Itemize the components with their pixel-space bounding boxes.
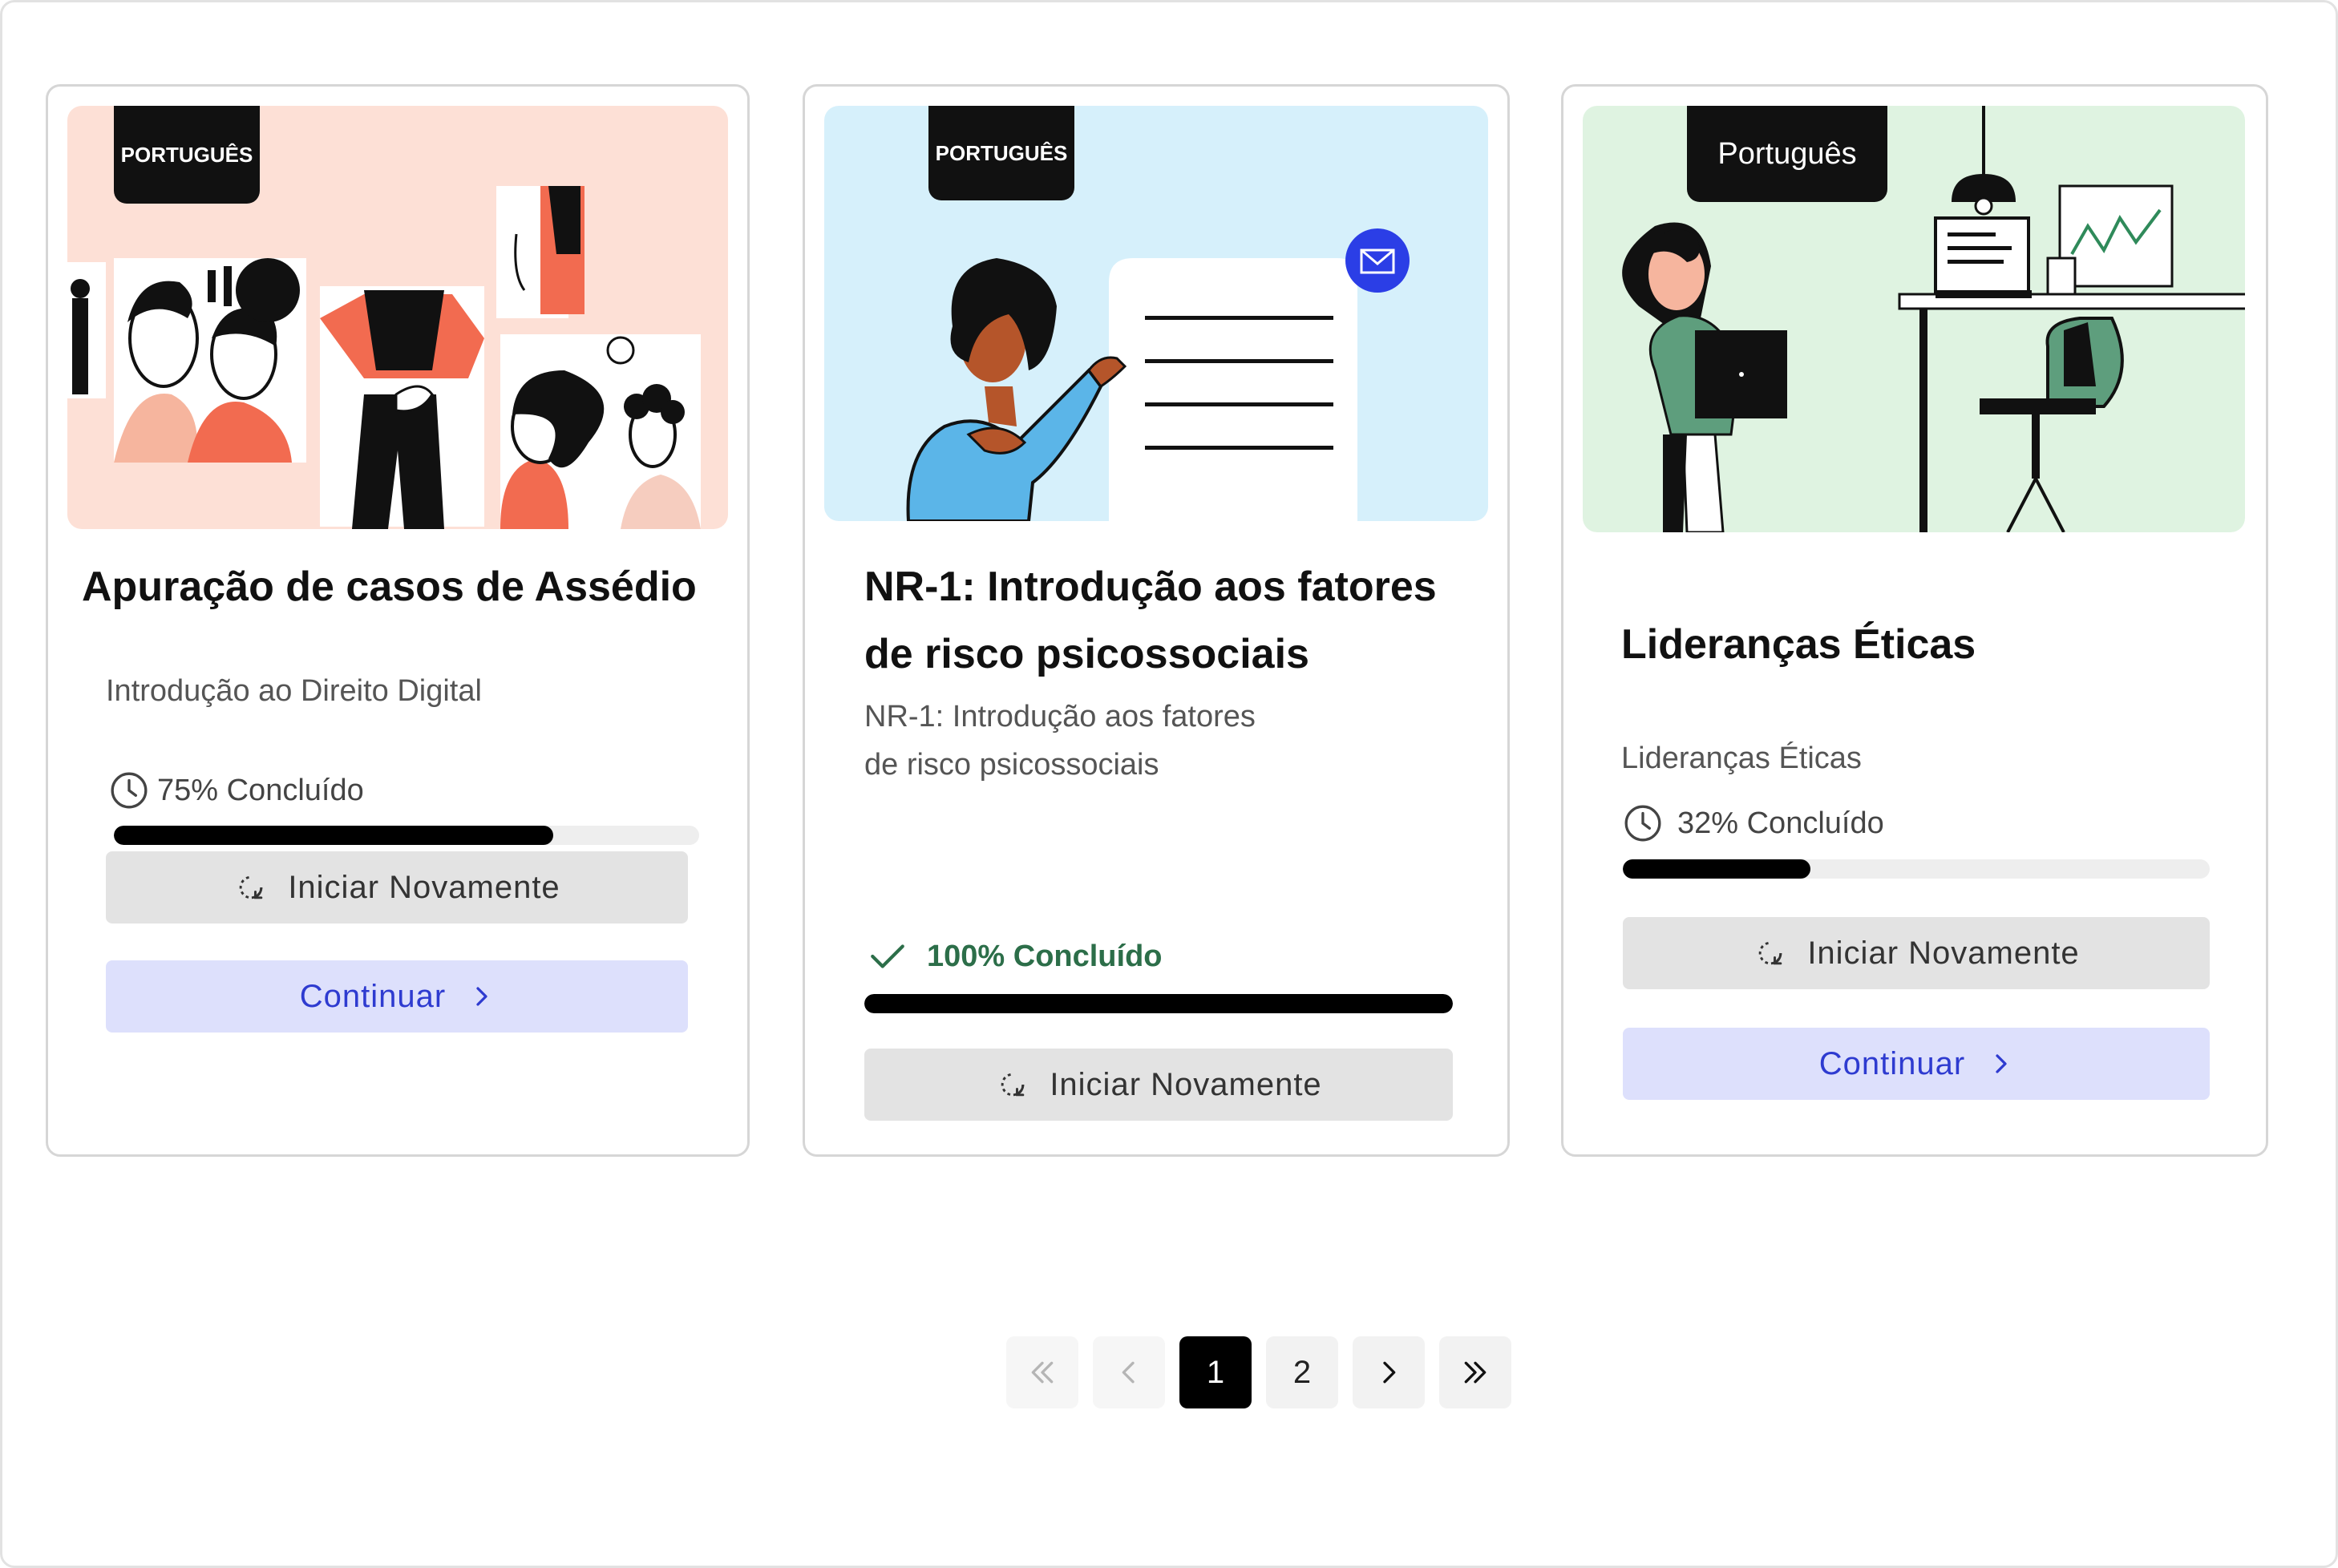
next-page-button[interactable]: [1353, 1336, 1425, 1408]
progress-label: 100% Concluído: [927, 939, 1163, 973]
course-card[interactable]: PORTUGUÊS NR-1: Introdução aos fatores d…: [803, 84, 1510, 1157]
course-thumbnail: Português: [1583, 106, 2245, 532]
course-subtitle: Lideranças Éticas: [1621, 742, 1862, 775]
restart-label: Iniciar Novamente: [288, 869, 560, 905]
mail-icon: [1345, 228, 1410, 293]
continue-button[interactable]: Continuar: [106, 960, 688, 1033]
course-title: Apuração de casos de Assédio: [82, 564, 697, 610]
ethical-leadership-illustration: [1622, 106, 2245, 532]
restart-label: Iniciar Novamente: [1807, 935, 2080, 971]
risk-factors-illustration: [906, 228, 1410, 521]
language-badge: Português: [1687, 106, 1887, 202]
restart-label: Iniciar Novamente: [1050, 1066, 1322, 1102]
progress-status: 32% Concluído: [1623, 803, 1884, 843]
progress-status: 100% Concluído: [868, 936, 1163, 976]
language-badge: PORTUGUÊS: [114, 106, 260, 204]
restart-button[interactable]: Iniciar Novamente: [1623, 917, 2210, 989]
course-card[interactable]: Português Lideranças Éticas Lideranças É…: [1561, 84, 2268, 1157]
progress-bar: [864, 994, 1453, 1013]
clock-icon: [111, 772, 148, 809]
progress-label: 75% Concluído: [157, 773, 364, 807]
course-thumbnail: PORTUGUÊS: [824, 106, 1488, 521]
continue-button[interactable]: Continuar: [1623, 1028, 2210, 1100]
course-thumbnail: PORTUGUÊS: [67, 106, 728, 529]
clock-icon: [1624, 805, 1661, 842]
chevron-right-icon: [1996, 1054, 2007, 1073]
double-chevron-right-icon: [1464, 1361, 1487, 1384]
course-card[interactable]: PORTUGUÊS Apuração de casos de Assédio I…: [46, 84, 750, 1157]
progress-label: 32% Concluído: [1677, 806, 1884, 840]
course-title-line: de risco psicossociais: [864, 631, 1309, 677]
double-chevron-left-icon: [1031, 1361, 1054, 1384]
check-icon: [871, 944, 904, 968]
chevron-right-icon: [476, 987, 487, 1006]
course-title-line: NR-1: Introdução aos fatores: [864, 564, 1437, 610]
course-subtitle-line: de risco psicossociais: [864, 748, 1159, 782]
restart-button[interactable]: Iniciar Novamente: [106, 851, 688, 923]
restart-button[interactable]: Iniciar Novamente: [864, 1049, 1453, 1121]
progress-bar-fill: [114, 826, 553, 845]
course-subtitle-line: NR-1: Introdução aos fatores: [864, 700, 1256, 733]
restart-icon: [1759, 941, 1782, 965]
restart-icon: [1001, 1073, 1025, 1097]
last-page-button[interactable]: [1439, 1336, 1511, 1408]
continue-label: Continuar: [1818, 1045, 1966, 1081]
chevron-right-icon: [1383, 1361, 1396, 1384]
course-title: Lideranças Éticas: [1621, 621, 1976, 668]
previous-page-button[interactable]: [1093, 1336, 1165, 1408]
progress-bar: [114, 826, 699, 845]
chevron-left-icon: [1122, 1361, 1135, 1384]
course-subtitle: Introdução ao Direito Digital: [106, 674, 482, 708]
language-badge: PORTUGUÊS: [928, 106, 1074, 200]
progress-bar-fill: [1623, 859, 1811, 879]
progress-bar: [1623, 859, 2210, 879]
continue-label: Continuar: [299, 978, 447, 1014]
restart-icon: [240, 875, 263, 899]
page-button-2[interactable]: 2: [1266, 1336, 1338, 1408]
progress-status: 75% Concluído: [109, 770, 364, 810]
progress-bar-fill: [864, 994, 1453, 1013]
pagination: 1 2: [1006, 1336, 1511, 1408]
first-page-button[interactable]: [1006, 1336, 1078, 1408]
page-button-1[interactable]: 1: [1179, 1336, 1252, 1408]
